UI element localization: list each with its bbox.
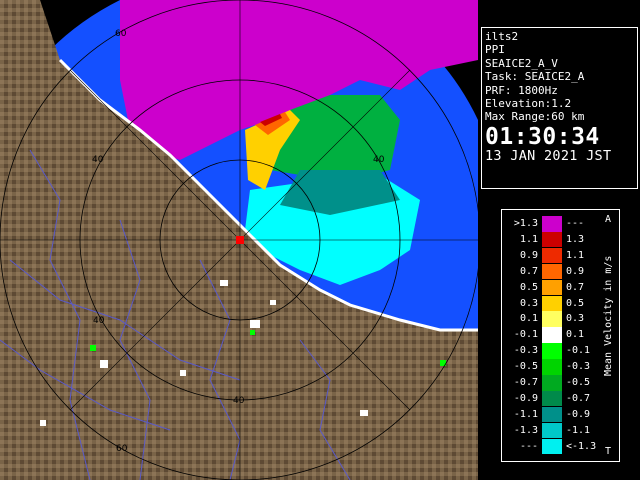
legend-unit: Mean Velocity in m/s [603,255,614,376]
legend-row-low: 0.9 [519,249,538,261]
legend-row: -0.9 -0.7 [502,390,602,407]
legend-row: -1.1 -0.9 [502,406,602,423]
max-range-value: Max Range:60 km [485,110,585,124]
legend-row: -0.1 0.1 [502,327,602,343]
legend-row: -1.3 -1.1 [502,422,602,439]
legend-row-high: -0.5 [566,377,591,388]
scan-time: 01:30:34 [485,123,600,150]
ring-label-40-left: 40 [92,155,104,165]
legend-row-high: -0.3 [566,361,591,373]
legend-row-low: -1.1 [513,408,538,420]
legend-row-low: -0.3 [513,345,538,357]
product-name: SEAICE2_A_V [485,56,558,70]
legend-row-low: 0.1 [519,313,538,325]
legend-row-high: 0.9 [566,265,585,277]
legend-row-high: 0.3 [566,313,585,325]
legend-row: 0.9 1.1 [502,247,602,264]
legend-row-low: --- [519,440,538,452]
legend-swatch [542,247,562,264]
legend-row: --- <-1.3 [502,438,602,455]
legend-swatch [542,406,562,423]
legend-row-low: >1.3 [513,218,538,229]
prf-value: PRF: 1800Hz [485,83,558,97]
legend-row: -0.7 -0.5 [502,375,602,391]
legend-swatch [542,422,562,439]
legend-row-high: 1.1 [566,249,585,261]
ring-label-40-bottom: 40 [233,396,245,406]
scan-type: PPI [485,43,505,57]
ring-label-40-right: 40 [373,155,385,165]
legend-swatch [542,390,562,407]
radar-site-marker [236,236,244,244]
ring-label-40-lowleft: 40 [93,316,105,326]
legend-row-low: 1.1 [519,233,538,245]
legend-row-high: -0.9 [566,408,591,420]
velocity-legend: >1.3 --- 1.1 1.3 0.9 1.1 0.7 0.9 0.5 0.7 0.3 0.5 0.1… [501,209,620,462]
ring-label-60-top: 60 [115,29,127,39]
scan-date: 13 JAN 2021 JST [485,147,612,164]
legend-row: 0.3 0.5 [502,295,602,312]
site-name: ilts2 [485,30,519,43]
legend-swatch [542,216,562,232]
legend-swatch [542,343,562,359]
legend-row: -0.3 -0.1 [502,343,602,359]
legend-row-high: <-1.3 [566,440,597,452]
info-panel: ilts2 PPI SEAICE2_A_V Task: SEAICE2_A PR… [481,27,638,189]
legend-row-low: 0.5 [519,281,538,293]
legend-row-low: -0.7 [513,377,538,388]
legend-swatch [542,263,562,280]
legend-row: 0.1 0.3 [502,311,602,327]
legend-row-low: -0.9 [513,392,538,404]
legend-swatch [542,375,562,391]
legend-swatch [542,359,562,375]
legend-row: -0.5 -0.3 [502,359,602,375]
legend-bottom-mark: T [605,446,612,457]
legend-row: 0.5 0.7 [502,279,602,296]
legend-swatch [542,279,562,296]
legend-swatch [542,311,562,327]
legend-swatch [542,438,562,455]
legend-row-low: 0.3 [519,297,538,309]
legend-row-low: -1.3 [513,424,538,436]
ring-label-60-bottom: 60 [116,444,128,454]
legend-row-high: 0.7 [566,281,585,293]
legend-row-low: -0.1 [513,329,538,341]
legend-row: 0.7 0.9 [502,263,602,280]
legend-row-high: -1.1 [566,424,591,436]
legend-row-high: 0.1 [566,329,585,341]
legend-swatch [542,231,562,248]
elevation-value: Elevation:1.2 [485,97,572,111]
legend-swatch [542,295,562,312]
radar-ppi-map[interactable]: 60 40 40 40 40 60 [0,0,478,480]
legend-row-low: 0.7 [519,265,538,277]
task-name: Task: SEAICE2_A [485,70,585,84]
legend-row: 1.1 1.3 [502,231,602,248]
legend-row-high: 1.3 [566,233,585,245]
legend-swatch [542,327,562,343]
legend-row-high: -0.7 [566,392,591,404]
legend-row-low: -0.5 [513,361,538,373]
radar-map-svg: 60 40 40 40 40 60 [0,0,478,480]
legend-top-mark: A [605,214,612,225]
legend-row-high: -0.1 [566,345,591,357]
legend-row: >1.3 --- [502,216,602,232]
legend-row-high: --- [566,218,585,229]
legend-row-high: 0.5 [566,297,585,309]
